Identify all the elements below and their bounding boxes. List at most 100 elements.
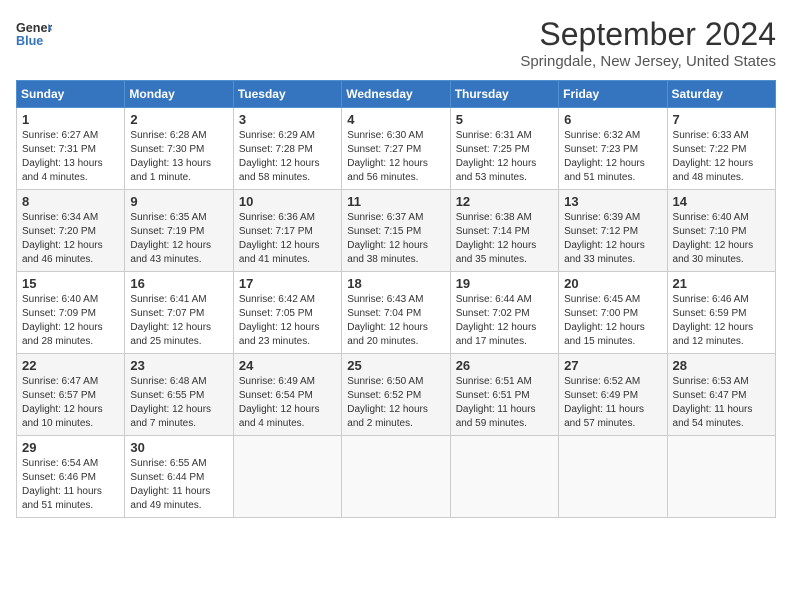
location-title: Springdale, New Jersey, United States [520, 53, 776, 70]
day-number: 4 [347, 112, 444, 127]
day-header-tuesday: Tuesday [233, 81, 341, 108]
day-number: 3 [239, 112, 336, 127]
calendar-day: 7 Sunrise: 6:33 AMSunset: 7:22 PMDaylight… [667, 108, 775, 190]
calendar-week-3: 15 Sunrise: 6:40 AMSunset: 7:09 PMDayligh… [17, 272, 776, 354]
calendar-day [450, 436, 558, 518]
day-number: 26 [456, 358, 553, 373]
day-info: Sunrise: 6:44 AMSunset: 7:02 PMDaylight:… [456, 293, 553, 349]
calendar-day: 17Sunrise: 6:42 AMSunset: 7:05 PMDayligh… [233, 272, 341, 354]
svg-text:Blue: Blue [16, 34, 43, 48]
day-info: Sunrise: 6:35 AMSunset: 7:19 PMDaylight:… [130, 211, 227, 267]
calendar-day: 6 Sunrise: 6:32 AMSunset: 7:23 PMDaylight… [559, 108, 667, 190]
day-number: 17 [239, 276, 336, 291]
day-header-wednesday: Wednesday [342, 81, 450, 108]
day-info: Sunrise: 6:49 AMSunset: 6:54 PMDaylight:… [239, 375, 336, 431]
day-number: 7 [673, 112, 770, 127]
day-info: Sunrise: 6:45 AMSunset: 7:00 PMDaylight:… [564, 293, 661, 349]
calendar-day: 22 Sunrise: 6:47 AMSunset: 6:57 PMDayligh… [17, 354, 125, 436]
day-header-saturday: Saturday [667, 81, 775, 108]
day-info: Sunrise: 6:31 AMSunset: 7:25 PMDaylight:… [456, 129, 553, 185]
day-number: 22 [22, 358, 119, 373]
day-header-monday: Monday [125, 81, 233, 108]
day-number: 21 [673, 276, 770, 291]
calendar-week-4: 22 Sunrise: 6:47 AMSunset: 6:57 PMDayligh… [17, 354, 776, 436]
day-info: Sunrise: 6:38 AMSunset: 7:14 PMDaylight:… [456, 211, 553, 267]
day-info: Sunrise: 6:39 AMSunset: 7:12 PMDaylight:… [564, 211, 661, 267]
calendar-day [667, 436, 775, 518]
calendar-day: 24 Sunrise: 6:49 AMSunset: 6:54 PMDayligh… [233, 354, 341, 436]
calendar-header-row: SundayMondayTuesdayWednesdayThursdayFrid… [17, 81, 776, 108]
day-info: Sunrise: 6:28 AMSunset: 7:30 PMDaylight:… [130, 129, 227, 185]
calendar-day: 14 Sunrise: 6:40 AMSunset: 7:10 PMDayligh… [667, 190, 775, 272]
day-header-thursday: Thursday [450, 81, 558, 108]
day-number: 2 [130, 112, 227, 127]
calendar-day: 2 Sunrise: 6:28 AMSunset: 7:30 PMDaylight… [125, 108, 233, 190]
day-number: 14 [673, 194, 770, 209]
day-number: 23 [130, 358, 227, 373]
day-number: 29 [22, 440, 119, 455]
day-number: 20 [564, 276, 661, 291]
calendar-day: 21 Sunrise: 6:46 AMSunset: 6:59 PMDayligh… [667, 272, 775, 354]
calendar-day: 10 Sunrise: 6:36 AMSunset: 7:17 PMDayligh… [233, 190, 341, 272]
day-info: Sunrise: 6:34 AMSunset: 7:20 PMDaylight:… [22, 211, 119, 267]
day-info: Sunrise: 6:33 AMSunset: 7:22 PMDaylight:… [673, 129, 770, 185]
day-info: Sunrise: 6:32 AMSunset: 7:23 PMDaylight:… [564, 129, 661, 185]
calendar-day [233, 436, 341, 518]
page-header: General Blue September 2024 Springdale, … [16, 16, 776, 70]
calendar-day: 19 Sunrise: 6:44 AMSunset: 7:02 PMDayligh… [450, 272, 558, 354]
day-number: 30 [130, 440, 227, 455]
calendar-day: 30 Sunrise: 6:55 AMSunset: 6:44 PMDayligh… [125, 436, 233, 518]
calendar-day: 15 Sunrise: 6:40 AMSunset: 7:09 PMDayligh… [17, 272, 125, 354]
calendar-week-2: 8 Sunrise: 6:34 AMSunset: 7:20 PMDaylight… [17, 190, 776, 272]
calendar-day [559, 436, 667, 518]
calendar-day: 27 Sunrise: 6:52 AMSunset: 6:49 PMDayligh… [559, 354, 667, 436]
calendar-week-1: 1Sunrise: 6:27 AMSunset: 7:31 PMDaylight… [17, 108, 776, 190]
day-number: 18 [347, 276, 444, 291]
day-info: Sunrise: 6:36 AMSunset: 7:17 PMDaylight:… [239, 211, 336, 267]
logo-icon: General Blue [16, 16, 52, 52]
day-number: 16 [130, 276, 227, 291]
day-info: Sunrise: 6:47 AMSunset: 6:57 PMDaylight:… [22, 375, 119, 431]
calendar-day: 25Sunrise: 6:50 AMSunset: 6:52 PMDayligh… [342, 354, 450, 436]
day-info: Sunrise: 6:53 AMSunset: 6:47 PMDaylight:… [673, 375, 770, 431]
day-info: Sunrise: 6:41 AMSunset: 7:07 PMDaylight:… [130, 293, 227, 349]
day-header-friday: Friday [559, 81, 667, 108]
calendar-day: 29 Sunrise: 6:54 AMSunset: 6:46 PMDayligh… [17, 436, 125, 518]
calendar-day: 4Sunrise: 6:30 AMSunset: 7:27 PMDaylight… [342, 108, 450, 190]
month-title: September 2024 [520, 16, 776, 53]
day-info: Sunrise: 6:52 AMSunset: 6:49 PMDaylight:… [564, 375, 661, 431]
day-number: 10 [239, 194, 336, 209]
calendar-day: 16 Sunrise: 6:41 AMSunset: 7:07 PMDayligh… [125, 272, 233, 354]
day-number: 27 [564, 358, 661, 373]
calendar-table: SundayMondayTuesdayWednesdayThursdayFrid… [16, 80, 776, 518]
day-info: Sunrise: 6:40 AMSunset: 7:09 PMDaylight:… [22, 293, 119, 349]
day-header-sunday: Sunday [17, 81, 125, 108]
calendar-day: 26Sunrise: 6:51 AMSunset: 6:51 PMDayligh… [450, 354, 558, 436]
day-number: 9 [130, 194, 227, 209]
calendar-day: 8 Sunrise: 6:34 AMSunset: 7:20 PMDaylight… [17, 190, 125, 272]
day-info: Sunrise: 6:55 AMSunset: 6:44 PMDaylight:… [130, 457, 227, 513]
calendar-day: 12 Sunrise: 6:38 AMSunset: 7:14 PMDayligh… [450, 190, 558, 272]
title-area: September 2024 Springdale, New Jersey, U… [520, 16, 776, 70]
day-number: 15 [22, 276, 119, 291]
calendar-day: 1Sunrise: 6:27 AMSunset: 7:31 PMDaylight… [17, 108, 125, 190]
day-info: Sunrise: 6:43 AMSunset: 7:04 PMDaylight:… [347, 293, 444, 349]
day-info: Sunrise: 6:54 AMSunset: 6:46 PMDaylight:… [22, 457, 119, 513]
day-number: 8 [22, 194, 119, 209]
day-info: Sunrise: 6:27 AMSunset: 7:31 PMDaylight:… [22, 129, 119, 185]
day-number: 19 [456, 276, 553, 291]
calendar-day: 20 Sunrise: 6:45 AMSunset: 7:00 PMDayligh… [559, 272, 667, 354]
calendar-day: 11Sunrise: 6:37 AMSunset: 7:15 PMDayligh… [342, 190, 450, 272]
day-info: Sunrise: 6:29 AMSunset: 7:28 PMDaylight:… [239, 129, 336, 185]
logo: General Blue [16, 16, 52, 52]
day-number: 25 [347, 358, 444, 373]
day-number: 12 [456, 194, 553, 209]
day-number: 24 [239, 358, 336, 373]
calendar-day [342, 436, 450, 518]
calendar-day: 13Sunrise: 6:39 AMSunset: 7:12 PMDayligh… [559, 190, 667, 272]
day-number: 6 [564, 112, 661, 127]
calendar-day: 9 Sunrise: 6:35 AMSunset: 7:19 PMDaylight… [125, 190, 233, 272]
day-number: 28 [673, 358, 770, 373]
day-info: Sunrise: 6:40 AMSunset: 7:10 PMDaylight:… [673, 211, 770, 267]
day-info: Sunrise: 6:46 AMSunset: 6:59 PMDaylight:… [673, 293, 770, 349]
